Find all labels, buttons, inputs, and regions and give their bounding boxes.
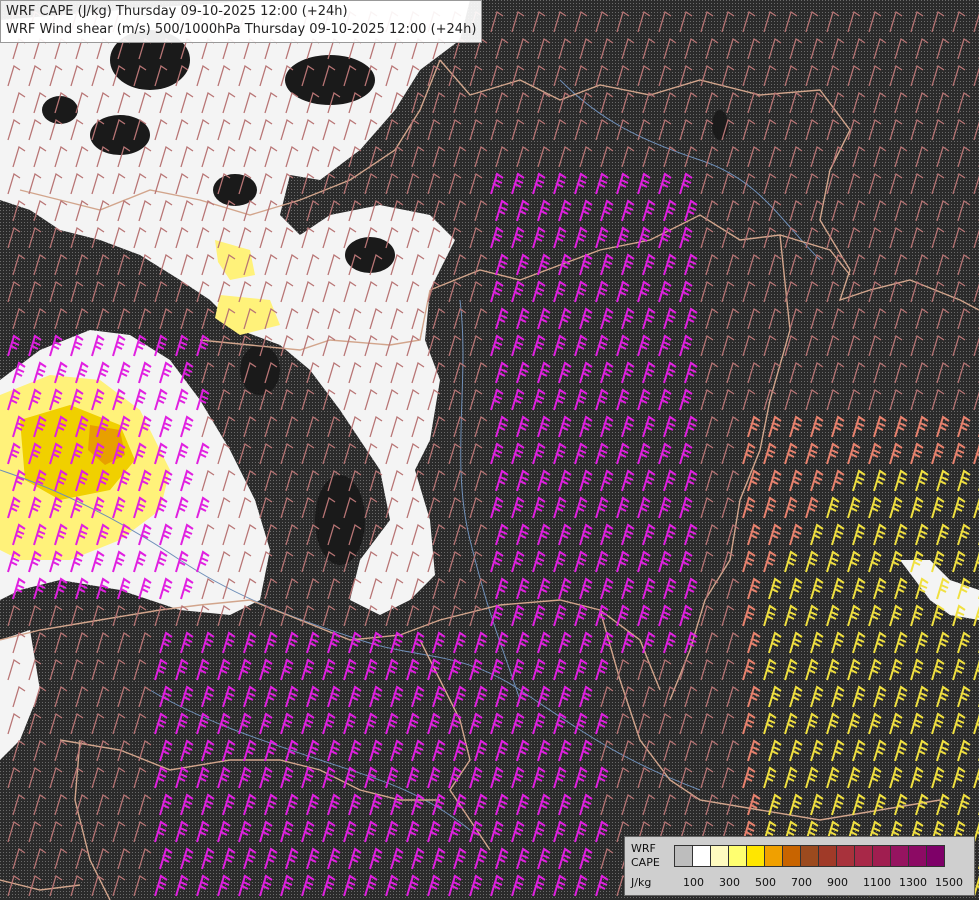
legend-label-wrf: WRF <box>631 842 656 855</box>
legend-tick-label: 900 <box>827 876 848 889</box>
legend-swatch <box>908 845 927 867</box>
legend-swatch <box>890 845 909 867</box>
legend-color-scale <box>674 845 945 867</box>
legend-tick-label: 100 <box>683 876 704 889</box>
title-wind-shear: WRF Wind shear (m/s) 500/1000hPa Thursda… <box>6 22 477 37</box>
legend-swatch <box>692 845 711 867</box>
map-title-box: WRF CAPE (J/kg) Thursday 09-10-2025 12:0… <box>0 0 483 43</box>
legend-label-cape: CAPE <box>631 856 660 869</box>
legend-swatch <box>728 845 747 867</box>
legend-swatch <box>674 845 693 867</box>
legend-swatch <box>818 845 837 867</box>
legend-swatch <box>836 845 855 867</box>
legend-tick-label: 500 <box>755 876 776 889</box>
legend-tick-label: 300 <box>719 876 740 889</box>
legend-swatch <box>782 845 801 867</box>
legend-tick-label: 1300 <box>899 876 927 889</box>
legend-swatch <box>800 845 819 867</box>
legend-label-unit: J/kg <box>631 876 652 889</box>
legend-swatch <box>926 845 945 867</box>
cape-legend: WRF CAPE J/kg 100 300 500 700 900 1100 1300 150… <box>624 836 975 896</box>
legend-tick-label: 1500 <box>935 876 963 889</box>
legend-swatch <box>872 845 891 867</box>
legend-tick-label: 700 <box>791 876 812 889</box>
weather-map <box>0 0 979 900</box>
title-cape: WRF CAPE (J/kg) Thursday 09-10-2025 12:0… <box>6 4 348 19</box>
legend-swatch <box>746 845 765 867</box>
legend-swatch <box>710 845 729 867</box>
legend-swatch <box>854 845 873 867</box>
legend-swatch <box>764 845 783 867</box>
legend-tick-label: 1100 <box>863 876 891 889</box>
